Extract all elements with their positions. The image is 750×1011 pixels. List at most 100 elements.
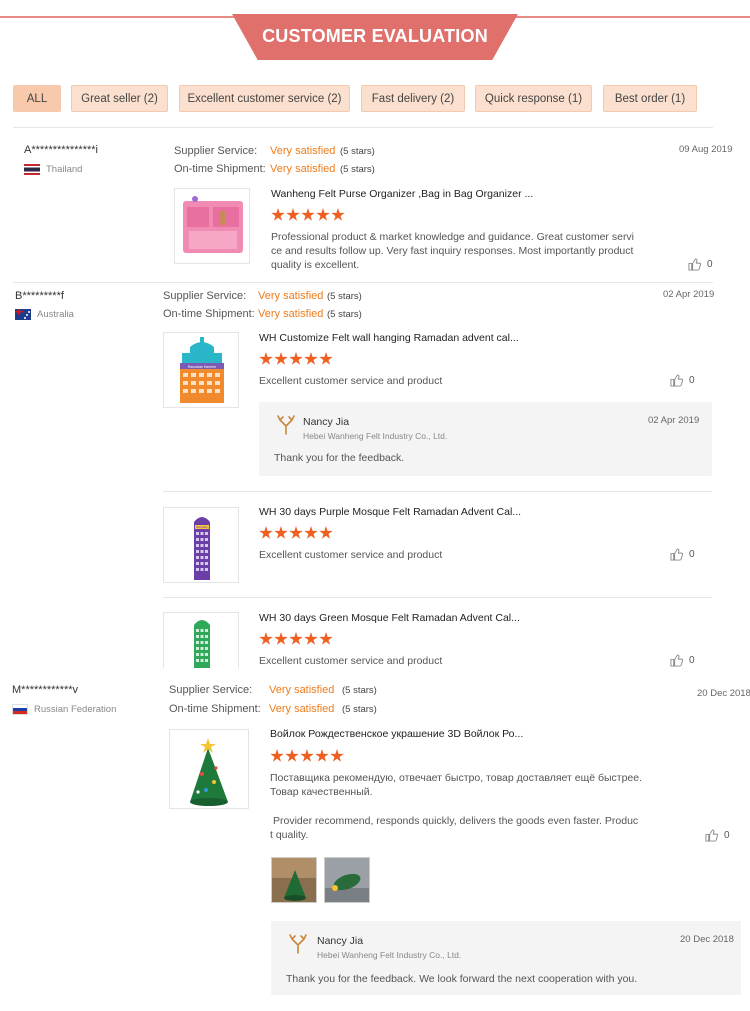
- supplier-service-label: Supplier Service:: [174, 145, 258, 157]
- product-rating: [259, 526, 333, 540]
- review-photo[interactable]: [271, 857, 317, 903]
- felt-christmas-tree-image: [190, 738, 228, 806]
- star-icon: [286, 208, 300, 221]
- product-thumbnail[interactable]: [169, 729, 249, 809]
- reply-text: Thank you for the feedback.: [274, 452, 405, 464]
- star-icon: [274, 352, 288, 365]
- shipment-label: On-time Shipment:: [169, 703, 261, 715]
- shipment-label: On-time Shipment:: [174, 163, 266, 175]
- product-title[interactable]: Войлок Рождественское украшение 3D Войло…: [270, 728, 523, 740]
- thumb-label: Ramadan: [196, 525, 208, 529]
- like-count: 0: [689, 655, 695, 666]
- star-icon: [289, 632, 303, 645]
- filter-excellent-customer-service[interactable]: Excellent customer service (2): [179, 85, 350, 112]
- antler-logo-icon: [277, 415, 295, 435]
- review-text-line: quality is excellent.: [271, 259, 360, 271]
- like-count: 0: [689, 375, 695, 386]
- star-icon: [259, 526, 273, 539]
- review-text-line: Provider recommend, responds quickly, de…: [273, 815, 639, 827]
- filter-quick-response[interactable]: Quick response (1): [475, 85, 592, 112]
- product-rating: [259, 352, 333, 366]
- thumb-label: Ramadan Kareem: [188, 365, 216, 369]
- review-text-line: Товар качественный.: [270, 786, 373, 798]
- product-rating: [271, 208, 345, 222]
- star-icon: [259, 632, 273, 645]
- review-text-line: ce and results follow up. Very fast inqu…: [271, 245, 634, 257]
- review-text-line: Поставщика рекомендую, отвечает быстро, …: [270, 772, 643, 784]
- like-count: 0: [707, 259, 713, 270]
- supplier-service-stars: (5 stars): [342, 685, 377, 696]
- review-text: Excellent customer service and product: [259, 375, 443, 387]
- thumbs-up-icon: [688, 258, 701, 271]
- review-divider: [13, 282, 713, 283]
- supplier-service-label: Supplier Service:: [169, 684, 253, 696]
- like-button[interactable]: 0: [705, 829, 730, 842]
- review-text-line: Professional product & market knowledge …: [271, 231, 635, 243]
- review-photo-image: [325, 858, 369, 902]
- reply-company: Hebei Wanheng Felt Industry Co., Ltd.: [303, 431, 448, 441]
- star-icon: [304, 352, 318, 365]
- green-mosque-calendar-image: [194, 620, 210, 668]
- supplier-service-value: Very satisfied: [270, 145, 336, 157]
- shipment-value: Very satisfied: [269, 703, 335, 715]
- star-icon: [259, 352, 273, 365]
- product-divider: [163, 491, 712, 492]
- page-title: CUSTOMER EVALUATION: [232, 14, 518, 60]
- reply-author: Nancy Jia: [317, 935, 364, 947]
- country-name: Thailand: [46, 164, 83, 175]
- thumbs-up-icon: [670, 654, 683, 667]
- product-thumbnail[interactable]: [163, 612, 239, 668]
- thumbs-up-icon: [705, 829, 718, 842]
- filter-all[interactable]: ALL: [13, 85, 61, 112]
- like-button[interactable]: 0: [670, 374, 695, 387]
- supplier-service-stars: (5 stars): [327, 291, 362, 302]
- shipment-stars: (5 stars): [342, 704, 377, 715]
- reply-date: 02 Apr 2019: [648, 415, 700, 426]
- review-date: 20 Dec 2018: [697, 688, 750, 699]
- filter-fast-delivery[interactable]: Fast delivery (2): [361, 85, 465, 112]
- reviewer-name: A***************i: [24, 144, 98, 156]
- reviewer-country: Thailand: [24, 164, 82, 175]
- product-title[interactable]: WH 30 days Purple Mosque Felt Ramadan Ad…: [259, 506, 521, 518]
- shipment-stars: (5 stars): [340, 164, 375, 175]
- country-name: Australia: [37, 309, 74, 320]
- purple-mosque-calendar-image: Ramadan: [194, 517, 210, 580]
- reply-author: Nancy Jia: [303, 416, 350, 428]
- star-icon: [315, 749, 329, 762]
- filter-great-seller[interactable]: Great seller (2): [71, 85, 168, 112]
- product-title[interactable]: Wanheng Felt Purse Organizer ,Bag in Bag…: [271, 188, 533, 200]
- star-icon: [274, 632, 288, 645]
- product-thumbnail[interactable]: Ramadan: [163, 507, 239, 583]
- product-title[interactable]: WH Customize Felt wall hanging Ramadan a…: [259, 332, 519, 344]
- product-title[interactable]: WH 30 days Green Mosque Felt Ramadan Adv…: [259, 612, 520, 624]
- star-icon: [330, 749, 344, 762]
- star-icon: [300, 749, 314, 762]
- shipment-value: Very satisfied: [258, 308, 324, 320]
- star-icon: [289, 352, 303, 365]
- like-button[interactable]: 0: [688, 258, 713, 271]
- like-count: 0: [689, 549, 695, 560]
- star-icon: [289, 526, 303, 539]
- review-date-clip: 20 Dec 2018: [697, 683, 750, 701]
- supplier-service-stars: (5 stars): [340, 146, 375, 157]
- country-name: Russian Federation: [34, 704, 117, 715]
- ramadan-calendar-image: Ramadan Kareem: [180, 337, 224, 403]
- thumbs-up-icon: [670, 548, 683, 561]
- review-text-ru: Поставщика рекомендую, отвечает быстро, …: [270, 771, 670, 799]
- product-thumbnail[interactable]: Ramadan Kareem: [163, 332, 239, 408]
- shipment-value: Very satisfied: [270, 163, 336, 175]
- reply-company: Hebei Wanheng Felt Industry Co., Ltd.: [317, 950, 462, 960]
- review-photo[interactable]: [324, 857, 370, 903]
- review-date: 09 Aug 2019: [679, 144, 733, 155]
- star-icon: [331, 208, 345, 221]
- review-text-line: t quality.: [270, 829, 309, 841]
- supplier-service-label: Supplier Service:: [163, 290, 247, 302]
- product-thumbnail[interactable]: [174, 188, 250, 264]
- purse-organizer-image: [183, 196, 243, 253]
- like-button[interactable]: 0: [670, 548, 695, 561]
- star-icon: [319, 526, 333, 539]
- filter-best-order[interactable]: Best order (1): [603, 85, 697, 112]
- thumbs-up-icon: [670, 374, 683, 387]
- like-button[interactable]: 0: [670, 654, 695, 667]
- star-icon: [274, 526, 288, 539]
